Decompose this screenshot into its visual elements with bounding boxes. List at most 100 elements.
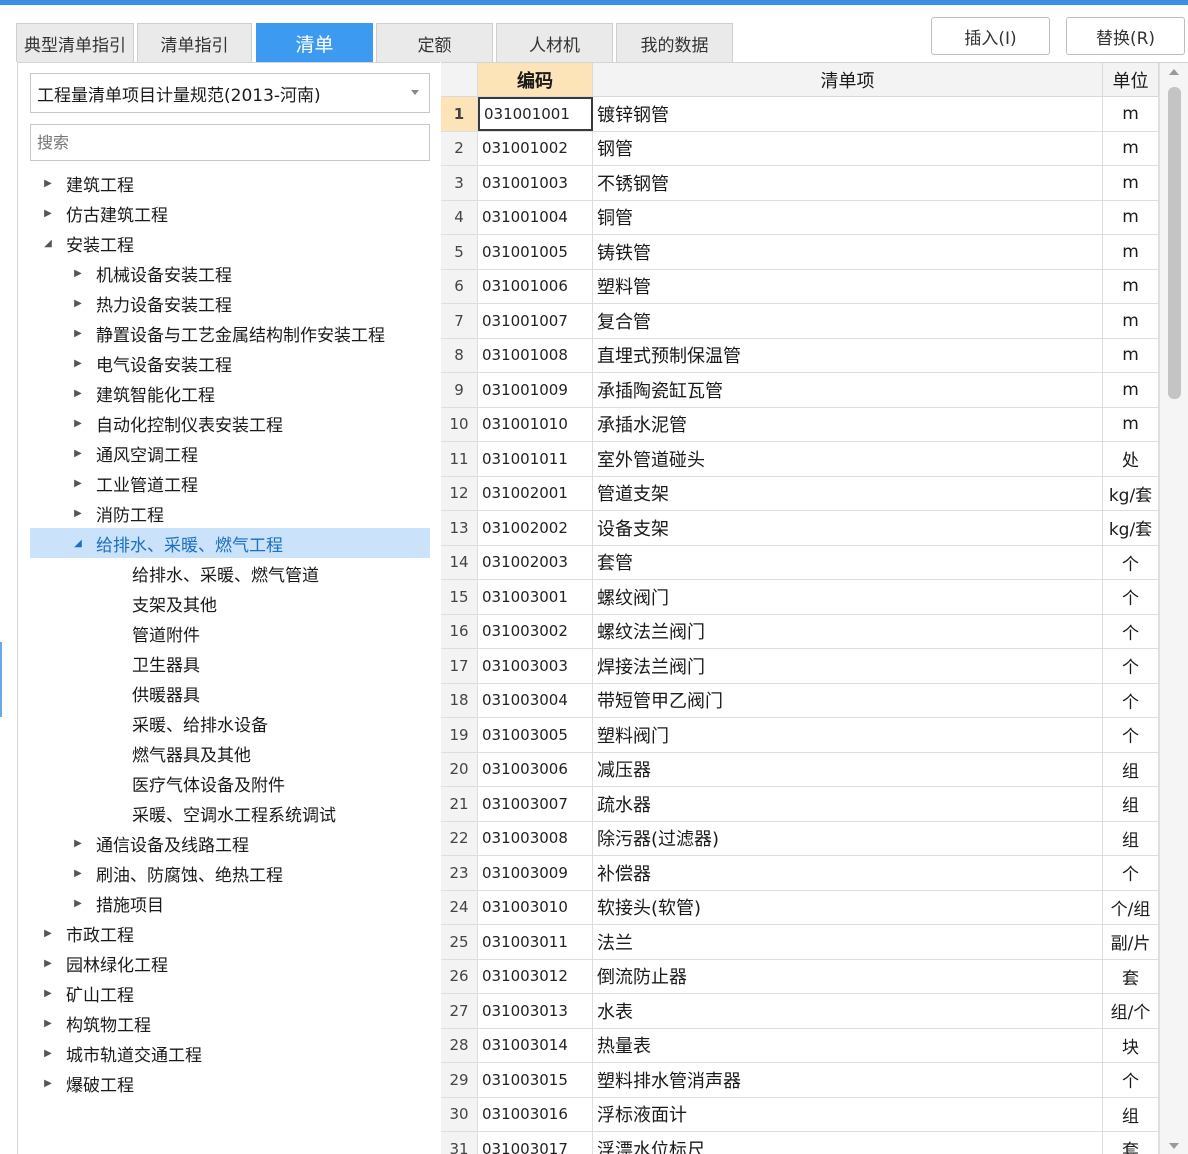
expand-arrow-icon[interactable]: ▶ [38, 928, 58, 939]
table-row[interactable]: 5 031001005 铸铁管 m [441, 235, 1159, 270]
unit-cell[interactable]: m [1103, 304, 1159, 338]
list-item-cell[interactable]: 螺纹阀门 [593, 580, 1103, 614]
table-row[interactable]: 21 031003007 疏水器组 [441, 787, 1159, 822]
tree-node[interactable]: ▶ 电气设备安装工程 [30, 348, 430, 378]
tree-node[interactable]: 采暖、空调水工程系统调试 [30, 798, 430, 828]
expand-arrow-icon[interactable]: ▶ [38, 208, 58, 219]
code-cell[interactable]: 031002002 [478, 511, 593, 545]
table-row[interactable]: 26 031003012 倒流防止器套 [441, 959, 1159, 994]
code-cell[interactable]: 031003012 [478, 959, 593, 993]
tab-list-guide[interactable]: 清单指引 [137, 23, 252, 62]
table-row[interactable]: 17 031003003 焊接法兰阀门个 [441, 649, 1159, 684]
tree-node[interactable]: ▶ 仿古建筑工程 [30, 198, 430, 228]
expand-arrow-icon[interactable]: ▶ [68, 868, 88, 879]
tree-node[interactable]: ▶ 城市轨道交通工程 [30, 1038, 430, 1068]
table-row[interactable]: 7 031001007 复合管 m [441, 304, 1159, 339]
unit-cell[interactable]: 组/个 [1103, 994, 1159, 1028]
tree-node[interactable]: ▶ 通信设备及线路工程 [30, 828, 430, 858]
code-cell[interactable]: 031001007 [478, 304, 593, 338]
tree-node[interactable]: 卫生器具 [30, 648, 430, 678]
expand-arrow-icon[interactable]: ▶ [38, 1018, 58, 1029]
table-row[interactable]: 16 031003002 螺纹法兰阀门个 [441, 614, 1159, 649]
table-row[interactable]: 8 031001008 直埋式预制保温管 m [441, 338, 1159, 373]
code-cell[interactable]: 031003008 [478, 821, 593, 855]
table-row[interactable]: 3 031001003 不锈钢管 m [441, 166, 1159, 201]
tab-quota[interactable]: 定额 [376, 23, 493, 62]
list-item-cell[interactable]: 钢管 [593, 131, 1103, 165]
list-item-cell[interactable]: 倒流防止器 [593, 959, 1103, 993]
tree-node[interactable]: ▶ 静置设备与工艺金属结构制作安装工程 [30, 318, 430, 348]
tree-node[interactable]: ▶ 工业管道工程 [30, 468, 430, 498]
code-cell[interactable]: 031002001 [478, 476, 593, 510]
code-cell[interactable]: 031001011 [478, 442, 593, 476]
unit-cell[interactable]: m [1103, 235, 1159, 269]
spec-select[interactable]: 工程量清单项目计量规范(2013-河南) [30, 73, 430, 113]
code-cell[interactable]: 031001001 [478, 97, 593, 131]
header-code[interactable]: 编码 [478, 63, 593, 97]
tree-node[interactable]: ◢ 给排水、采暖、燃气工程 [30, 528, 430, 558]
table-row[interactable]: 11 031001011 室外管道碰头处 [441, 442, 1159, 477]
scroll-down-icon[interactable] [1169, 1143, 1179, 1149]
table-row[interactable]: 30 031003016 浮标液面计组 [441, 1097, 1159, 1132]
tree-node[interactable]: ▶ 机械设备安装工程 [30, 258, 430, 288]
expand-arrow-icon[interactable]: ▶ [68, 508, 88, 519]
list-item-cell[interactable]: 铜管 [593, 200, 1103, 234]
table-row[interactable]: 18 031003004 带短管甲乙阀门个 [441, 683, 1159, 718]
scroll-thumb[interactable] [1168, 87, 1181, 399]
table-row[interactable]: 23 031003009 补偿器个 [441, 856, 1159, 891]
code-cell[interactable]: 031003015 [478, 1063, 593, 1097]
header-unit[interactable]: 单位 [1103, 63, 1159, 97]
list-item-cell[interactable]: 补偿器 [593, 856, 1103, 890]
tree-node[interactable]: ▶ 刷油、防腐蚀、绝热工程 [30, 858, 430, 888]
tree-node[interactable]: ▶ 市政工程 [30, 918, 430, 948]
unit-cell[interactable]: m [1103, 166, 1159, 200]
code-cell[interactable]: 031003007 [478, 787, 593, 821]
unit-cell[interactable]: 个 [1103, 580, 1159, 614]
code-cell[interactable]: 031003002 [478, 614, 593, 648]
unit-cell[interactable]: m [1103, 338, 1159, 372]
code-cell[interactable]: 031001004 [478, 200, 593, 234]
expand-arrow-icon[interactable]: ▶ [68, 898, 88, 909]
unit-cell[interactable]: 个/组 [1103, 890, 1159, 924]
code-cell[interactable]: 031003003 [478, 649, 593, 683]
header-list-item[interactable]: 清单项 [593, 63, 1103, 97]
table-row[interactable]: 13 031002002 设备支架 kg/套 [441, 511, 1159, 546]
expand-arrow-icon[interactable]: ▶ [38, 1078, 58, 1089]
unit-cell[interactable]: 处 [1103, 442, 1159, 476]
tree-node[interactable]: 支架及其他 [30, 588, 430, 618]
code-cell[interactable]: 031002003 [478, 545, 593, 579]
tree-node[interactable]: 供暖器具 [30, 678, 430, 708]
tree-node[interactable]: ▶ 构筑物工程 [30, 1008, 430, 1038]
code-cell[interactable]: 031003013 [478, 994, 593, 1028]
expand-arrow-icon[interactable]: ▶ [68, 838, 88, 849]
table-row[interactable]: 14 031002003 套管个 [441, 545, 1159, 580]
list-item-cell[interactable]: 水表 [593, 994, 1103, 1028]
code-cell[interactable]: 031001005 [478, 235, 593, 269]
expand-arrow-icon[interactable]: ▶ [68, 478, 88, 489]
unit-cell[interactable]: 组 [1103, 752, 1159, 786]
table-row[interactable]: 4 031001004 铜管 m [441, 200, 1159, 235]
unit-cell[interactable]: 块 [1103, 1028, 1159, 1062]
table-row[interactable]: 15 031003001 螺纹阀门个 [441, 580, 1159, 615]
tree-node[interactable]: ▶ 措施项目 [30, 888, 430, 918]
tab-typical-list-guide[interactable]: 典型清单指引 [16, 23, 134, 62]
expand-arrow-icon[interactable]: ▶ [68, 328, 88, 339]
tree-node[interactable]: ▶ 建筑工程 [30, 168, 430, 198]
code-cell[interactable]: 031003009 [478, 856, 593, 890]
tree-node[interactable]: ▶ 消防工程 [30, 498, 430, 528]
list-item-cell[interactable]: 减压器 [593, 752, 1103, 786]
replace-button[interactable]: 替换(R) [1066, 17, 1185, 55]
table-row[interactable]: 2 031001002 钢管 m [441, 131, 1159, 166]
unit-cell[interactable]: 个 [1103, 1063, 1159, 1097]
expand-arrow-icon[interactable]: ▶ [68, 358, 88, 369]
unit-cell[interactable]: 组 [1103, 821, 1159, 855]
tree-node[interactable]: ▶ 爆破工程 [30, 1068, 430, 1098]
list-item-cell[interactable]: 镀锌钢管 [593, 97, 1103, 131]
tab-my-data[interactable]: 我的数据 [616, 23, 733, 62]
code-cell[interactable]: 031003004 [478, 683, 593, 717]
list-item-cell[interactable]: 不锈钢管 [593, 166, 1103, 200]
unit-cell[interactable]: m [1103, 373, 1159, 407]
code-cell[interactable]: 031003016 [478, 1097, 593, 1131]
tree-node[interactable]: ▶ 热力设备安装工程 [30, 288, 430, 318]
unit-cell[interactable]: 套 [1103, 1132, 1159, 1154]
